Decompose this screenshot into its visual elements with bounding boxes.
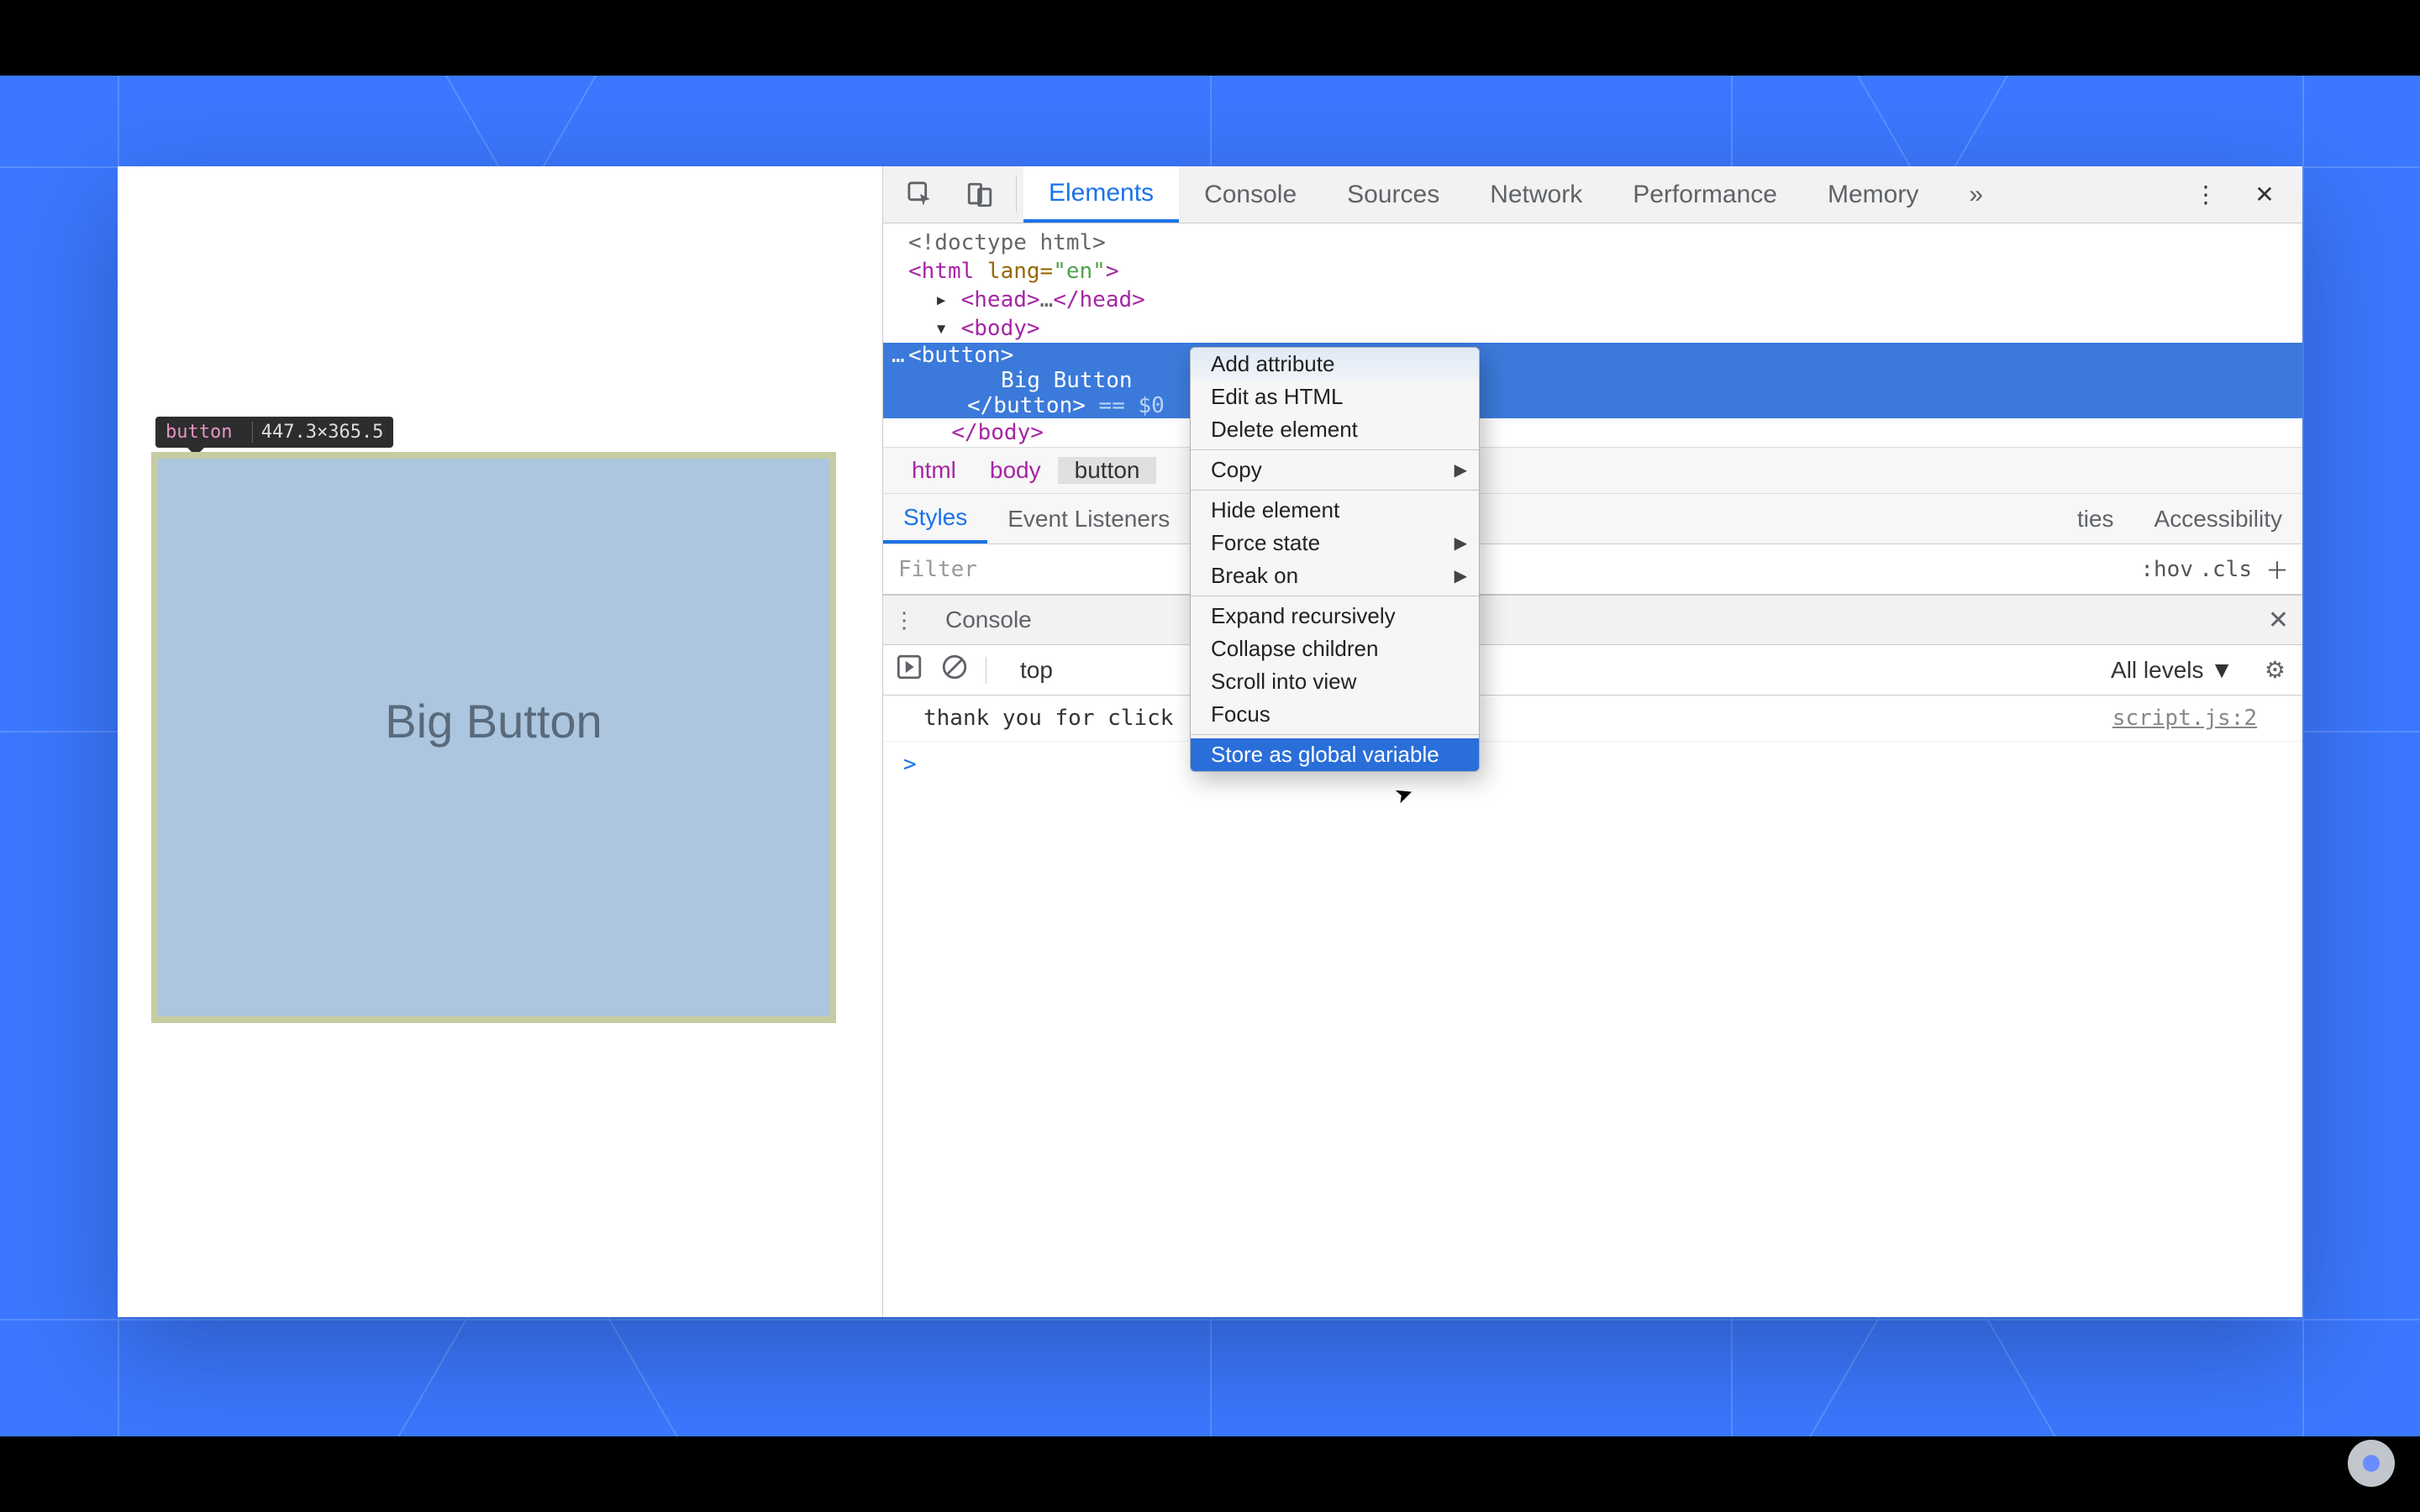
menu-expand-recursively[interactable]: Expand recursively: [1191, 600, 1479, 633]
menu-add-attribute[interactable]: Add attribute: [1191, 348, 1479, 381]
tab-sources[interactable]: Sources: [1322, 166, 1465, 223]
tab-elements[interactable]: Elements: [1023, 166, 1179, 223]
menu-scroll-into-view[interactable]: Scroll into view: [1191, 665, 1479, 698]
console-prompt[interactable]: >: [883, 742, 2302, 787]
cls-toggle[interactable]: .cls: [2199, 557, 2252, 582]
big-button[interactable]: Big Button: [151, 452, 836, 1023]
submenu-arrow-icon: ▶: [1455, 459, 1467, 480]
menu-break-on[interactable]: Break on▶: [1191, 559, 1479, 592]
grid-line: [2302, 76, 2304, 1436]
menu-edit-as-html[interactable]: Edit as HTML: [1191, 381, 1479, 413]
tab-styles[interactable]: Styles: [883, 494, 987, 543]
crumb-html[interactable]: html: [895, 457, 973, 484]
menu-separator: [1191, 490, 1479, 491]
devtools-tabbar: Elements Console Sources Network Perform…: [883, 166, 2302, 223]
big-button-label: Big Button: [385, 694, 602, 748]
dom-selected-line[interactable]: … <button>: [883, 343, 2302, 368]
hov-toggle[interactable]: :hov: [2140, 557, 2193, 582]
separator: [1016, 176, 1017, 213]
chrome-logo-icon: [2348, 1440, 2395, 1487]
console-settings-icon[interactable]: ⚙: [2265, 656, 2286, 684]
dom-selected-close: </button> == $0: [883, 393, 2302, 418]
dom-tree[interactable]: <!doctype html> <html lang="en"> ▸ <head…: [883, 223, 2302, 447]
tooltip-tag: button: [166, 422, 232, 443]
menu-delete-element[interactable]: Delete element: [1191, 413, 1479, 446]
styles-filter-row: Filter :hov .cls ＋: [883, 544, 2302, 595]
tab-accessibility[interactable]: Accessibility: [2134, 494, 2302, 543]
menu-collapse-children[interactable]: Collapse children: [1191, 633, 1479, 665]
console-message: thank you for click: [903, 706, 2112, 731]
menu-store-as-global[interactable]: Store as global variable: [1191, 738, 1479, 771]
menu-focus[interactable]: Focus: [1191, 698, 1479, 731]
grid-line: [0, 1319, 2420, 1320]
page-viewport: button 447.3×365.5 Big Button: [118, 166, 882, 1317]
crumb-button[interactable]: button: [1058, 457, 1157, 484]
styles-tabbar: Styles Event Listeners DOM ties Accessib…: [883, 494, 2302, 544]
breadcrumb: html body button: [883, 447, 2302, 494]
styles-filter-input[interactable]: Filter: [883, 557, 977, 582]
menu-separator: [1191, 734, 1479, 735]
drawer-header: ⋮ Console ✕: [883, 595, 2302, 645]
close-devtools-icon[interactable]: ✕: [2235, 166, 2294, 223]
device-toggle-icon[interactable]: [950, 166, 1009, 223]
devtools-panel: Elements Console Sources Network Perform…: [882, 166, 2302, 1317]
tab-network[interactable]: Network: [1465, 166, 1607, 223]
console-output: thank you for click script.js:2 >: [883, 696, 2302, 1317]
menu-hide-element[interactable]: Hide element: [1191, 494, 1479, 527]
log-levels-selector[interactable]: All levels ▼: [2111, 657, 2233, 684]
drawer-close-icon[interactable]: ✕: [2268, 606, 2289, 635]
drawer-kebab-icon[interactable]: ⋮: [883, 607, 925, 633]
kebab-menu-icon[interactable]: ⋮: [2176, 166, 2235, 223]
console-log-line: thank you for click script.js:2: [883, 696, 2302, 742]
submenu-arrow-icon: ▶: [1455, 533, 1467, 554]
tab-console[interactable]: Console: [1179, 166, 1322, 223]
menu-force-state[interactable]: Force state▶: [1191, 527, 1479, 559]
menu-copy[interactable]: Copy▶: [1191, 454, 1479, 486]
console-toolbar: top All levels ▼ ⚙: [883, 645, 2302, 696]
tab-event-listeners[interactable]: Event Listeners: [987, 494, 1190, 543]
tab-memory[interactable]: Memory: [1802, 166, 1944, 223]
context-menu: Add attribute Edit as HTML Delete elemen…: [1190, 347, 1480, 772]
new-style-rule-icon[interactable]: ＋: [2265, 553, 2289, 586]
menu-separator: [1191, 449, 1479, 450]
submenu-arrow-icon: ▶: [1455, 565, 1467, 586]
dom-selected-text: Big Button: [883, 368, 2302, 393]
drawer-tab-console[interactable]: Console: [925, 606, 1052, 633]
tooltip-dimensions: 447.3×365.5: [252, 422, 384, 443]
dom-doctype: <!doctype html>: [908, 230, 1106, 255]
context-selector[interactable]: top: [1020, 657, 1053, 684]
execute-icon[interactable]: [895, 653, 923, 687]
clear-console-icon[interactable]: [940, 653, 969, 687]
tabs-overflow-icon[interactable]: »: [1944, 166, 2008, 223]
crumb-body[interactable]: body: [973, 457, 1058, 484]
tab-performance[interactable]: Performance: [1607, 166, 1802, 223]
element-tooltip: button 447.3×365.5: [155, 417, 393, 448]
inspect-icon[interactable]: [892, 166, 950, 223]
console-source-link[interactable]: script.js:2: [2112, 706, 2282, 731]
tab-properties-suffix[interactable]: ties: [2057, 494, 2134, 543]
